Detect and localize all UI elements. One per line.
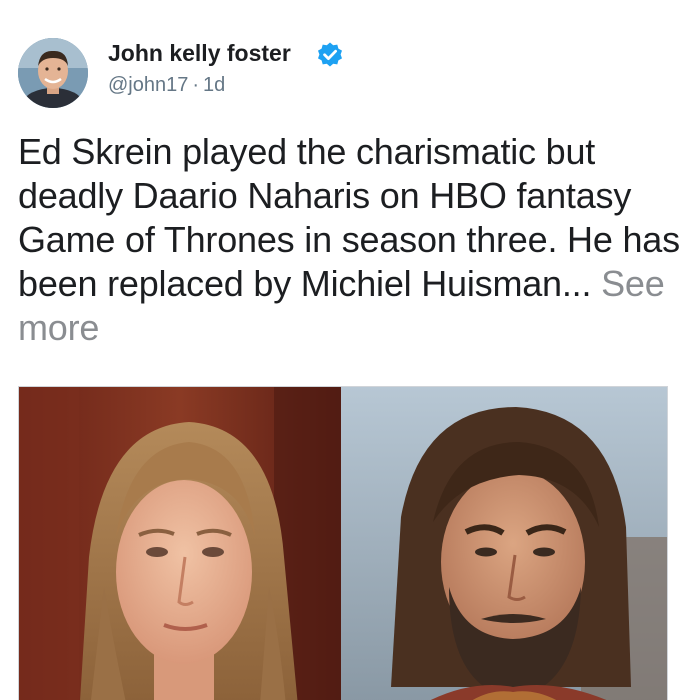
- author-handle[interactable]: @john17: [108, 74, 188, 96]
- avatar-image: [18, 38, 88, 108]
- tweet-text-content: Ed Skrein played the charismatic but dea…: [18, 131, 680, 304]
- author-display-name[interactable]: John kelly foster: [108, 40, 291, 67]
- tweet-text: Ed Skrein played the charismatic but dea…: [18, 130, 698, 350]
- tweet-media[interactable]: [18, 386, 668, 700]
- meta-separator: ·: [192, 74, 200, 96]
- avatar[interactable]: [18, 38, 88, 108]
- photo-long-haired-man: [19, 387, 341, 700]
- media-photo-right[interactable]: [341, 387, 667, 700]
- verified-badge-icon: [318, 42, 342, 67]
- media-photo-left[interactable]: [19, 387, 341, 700]
- tweet-card: John kelly foster @john17 · 1d Ed Skrein p…: [0, 0, 700, 700]
- photo-bearded-man: [341, 387, 667, 700]
- timestamp[interactable]: 1d: [203, 74, 225, 96]
- tweet-meta: @john17 · 1d: [108, 74, 225, 97]
